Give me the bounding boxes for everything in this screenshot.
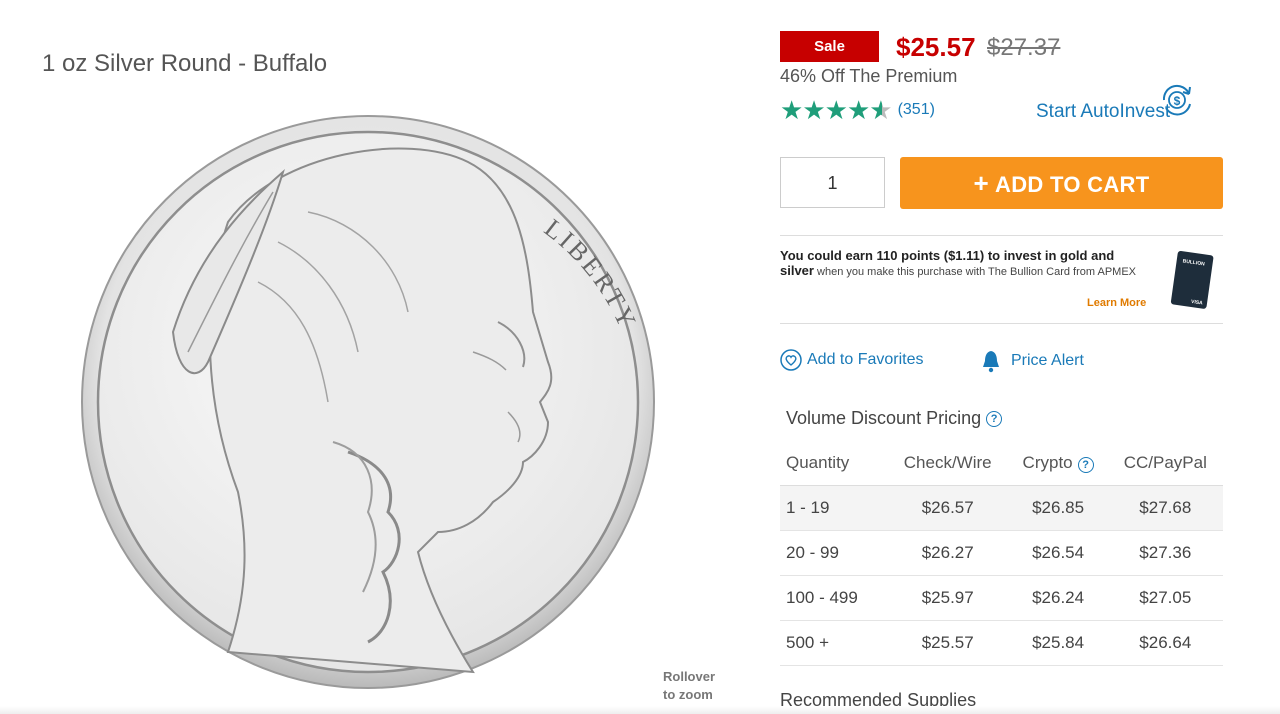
add-to-cart-button[interactable]: + ADD TO CART xyxy=(900,157,1223,209)
col-quantity: Quantity xyxy=(780,440,887,486)
review-count-link[interactable]: (351) xyxy=(898,101,935,119)
volume-pricing-title-text: Volume Discount Pricing xyxy=(786,408,982,428)
promo-text: You could earn 110 points ($1.11) to inv… xyxy=(780,249,1150,279)
premium-discount-note: 46% Off The Premium xyxy=(780,66,958,86)
bullion-card-promo: You could earn 110 points ($1.11) to inv… xyxy=(780,235,1223,324)
top-cut-strip xyxy=(0,0,1280,4)
volume-pricing-table: Quantity Check/Wire Crypto? CC/PayPal 1 … xyxy=(780,440,1223,666)
price-alert-link[interactable]: Price Alert xyxy=(980,349,1084,373)
autoinvest-cycle-icon: $ xyxy=(1163,84,1192,116)
autoinvest-label: Start AutoInvest xyxy=(1036,101,1171,122)
qty-cell: 500 + xyxy=(780,620,887,666)
add-to-favorites-link[interactable]: Add to Favorites xyxy=(780,349,924,371)
quantity-input[interactable]: 1 xyxy=(780,157,885,208)
col-check-wire: Check/Wire xyxy=(886,440,1009,486)
table-row: 20 - 99 $26.27 $26.54 $27.36 xyxy=(780,530,1223,576)
col-cc-paypal: CC/PayPal xyxy=(1107,440,1223,486)
bottom-fade xyxy=(0,706,1280,714)
check-wire-cell: $25.97 xyxy=(886,575,1009,621)
cc-paypal-cell: $27.05 xyxy=(1107,575,1223,621)
rollover-line2: to zoom xyxy=(663,687,713,702)
product-title: 1 oz Silver Round - Buffalo xyxy=(42,50,328,78)
crypto-cell: $26.54 xyxy=(1008,530,1108,576)
crypto-cell: $25.84 xyxy=(1008,620,1108,666)
cc-paypal-cell: $26.64 xyxy=(1107,620,1223,666)
learn-more-link[interactable]: Learn More xyxy=(1087,297,1146,309)
qty-cell: 100 - 499 xyxy=(780,575,887,621)
cc-paypal-cell: $27.68 xyxy=(1107,485,1223,531)
help-icon[interactable]: ? xyxy=(986,410,1003,427)
crypto-cell: $26.24 xyxy=(1008,575,1108,621)
help-icon[interactable]: ? xyxy=(1077,456,1094,473)
volume-pricing-title: Volume Discount Pricing ? xyxy=(786,408,1003,429)
svg-text:$: $ xyxy=(1174,94,1181,108)
heart-icon xyxy=(780,349,802,371)
qty-cell: 20 - 99 xyxy=(780,530,887,576)
half-star-icon: ★ xyxy=(869,95,893,125)
table-row: 1 - 19 $26.57 $26.85 $27.68 xyxy=(780,485,1223,531)
star-icon: ★ xyxy=(802,95,826,125)
plus-icon: + xyxy=(973,168,990,198)
promo-rest-text: when you make this purchase with The Bul… xyxy=(813,266,1136,278)
rollover-hint: Rollover to zoom xyxy=(663,668,715,704)
check-wire-cell: $26.27 xyxy=(886,530,1009,576)
check-wire-cell: $25.57 xyxy=(886,620,1009,666)
bullion-card-image: BULLION VISA xyxy=(1170,251,1214,309)
sale-price: $25.57 xyxy=(896,32,976,62)
table-row: 100 - 499 $25.97 $26.24 $27.05 xyxy=(780,575,1223,621)
table-row: 500 + $25.57 $25.84 $26.64 xyxy=(780,620,1223,666)
product-image[interactable]: LIBERTY xyxy=(78,112,658,692)
bell-icon xyxy=(983,351,999,373)
star-icon: ★ xyxy=(846,95,871,125)
cc-paypal-cell: $27.36 xyxy=(1107,530,1223,576)
rating-stars[interactable]: ★ ★ ★ ★ ★ (351) xyxy=(780,97,935,123)
star-icon: ★ xyxy=(780,95,804,125)
col-crypto: Crypto? xyxy=(1008,440,1108,486)
check-wire-cell: $26.57 xyxy=(886,485,1009,531)
original-price: $27.37 xyxy=(987,34,1061,61)
rollover-line1: Rollover xyxy=(663,669,716,684)
crypto-cell: $26.85 xyxy=(1008,485,1108,531)
add-to-cart-label: ADD TO CART xyxy=(995,172,1150,197)
col-crypto-label: Crypto xyxy=(1022,452,1073,472)
favorites-label: Add to Favorites xyxy=(807,351,924,368)
star-icon: ★ xyxy=(824,95,848,125)
qty-cell: 1 - 19 xyxy=(780,485,887,531)
coin-image: LIBERTY xyxy=(81,115,655,689)
start-autoinvest-link[interactable]: Start AutoInvest $ xyxy=(1036,78,1202,122)
table-header-row: Quantity Check/Wire Crypto? CC/PayPal xyxy=(780,440,1223,486)
sale-badge: Sale xyxy=(780,31,879,62)
price-alert-label: Price Alert xyxy=(1011,352,1084,369)
